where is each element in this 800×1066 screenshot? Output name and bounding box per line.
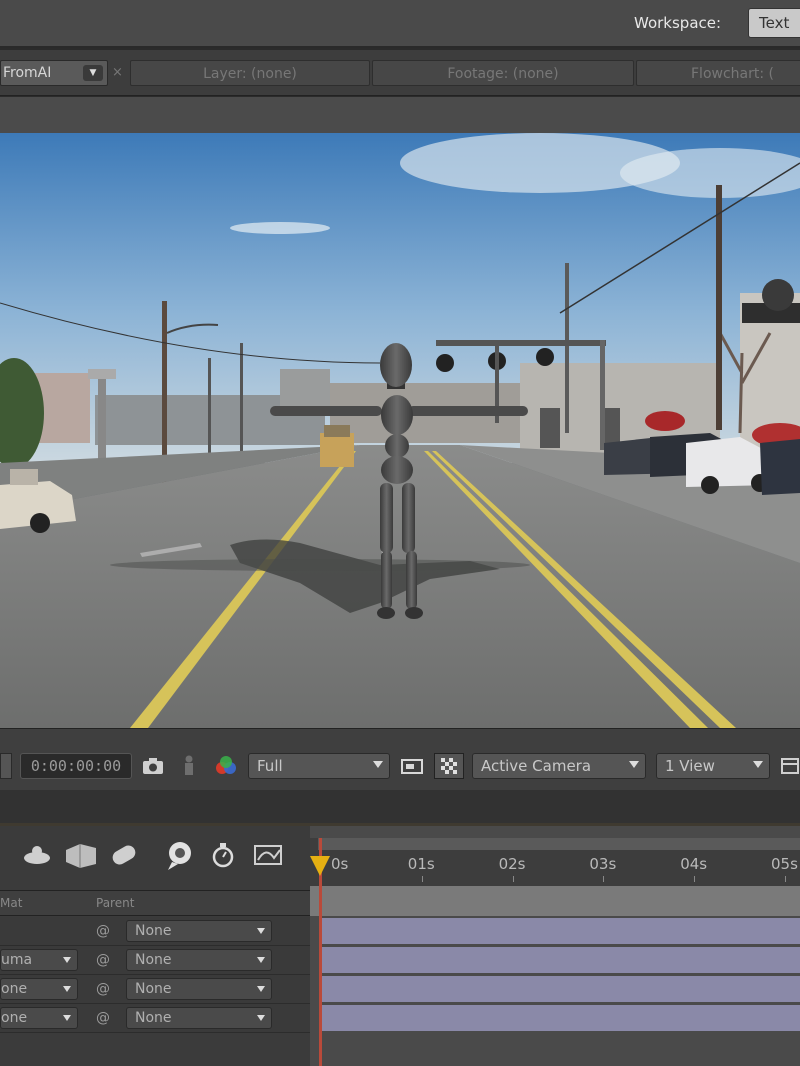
chevron-down-icon [257,1015,265,1021]
pick-whip-icon[interactable]: @ [96,923,114,939]
layer-row[interactable]: one @ None [0,975,310,1004]
track-matte-dropdown[interactable]: one [0,978,78,1000]
camera-icon[interactable] [140,753,166,779]
work-area-bar[interactable] [318,838,800,850]
hide-shy-layers-icon[interactable] [106,840,142,874]
time-label: 01s [407,855,435,873]
magnification-select[interactable] [0,753,12,779]
flowchart-tab[interactable]: Flowchart: ( [636,60,800,86]
parent-column: Parent [96,896,135,910]
layer-duration-bar[interactable] [322,1005,800,1031]
chevron-down-icon [257,928,265,934]
time-tick [694,876,696,882]
layer-row[interactable]: @ None [0,917,310,946]
time-tick [512,876,514,882]
time-label: 0s [331,855,349,873]
app-bar: Workspace: Text [0,0,800,48]
footage-tab[interactable]: Footage: (none) [372,60,634,86]
composition-tab[interactable]: FromAI ▼ [0,60,108,86]
time-tick [785,876,786,882]
parent-value: None [135,952,172,968]
track-matte-dropdown[interactable]: one [0,1007,78,1029]
motion-blur-icon[interactable] [162,840,198,876]
pick-whip-icon[interactable]: @ [96,952,114,968]
time-tick [603,876,605,882]
time-label: 03s [589,855,617,873]
draft-3d-icon[interactable] [62,840,100,874]
layer-duration-bar[interactable] [322,976,800,1002]
viewer-tab-bar: FromAI ▼ × Layer: (none) Footage: (none)… [0,50,800,96]
track-matte-value: uma [1,952,33,968]
figure-icon[interactable] [176,753,202,779]
current-time-indicator[interactable] [310,856,330,876]
time-label: 04s [680,855,708,873]
layer-row[interactable]: one @ None [0,1004,310,1033]
panel-separator [0,790,800,826]
parent-value: None [135,1010,172,1026]
resolution-dropdown[interactable]: Full [248,753,390,779]
track-header-row [310,886,800,916]
resolution-value: Full [257,757,283,775]
chevron-down-icon [753,761,763,768]
parent-dropdown[interactable]: None [126,1007,272,1029]
time-tick [421,876,423,882]
chevron-down-icon [373,761,383,768]
composition-tab-label: FromAI [3,65,52,81]
parent-value: None [135,923,172,939]
chevron-down-icon [63,986,71,992]
track-matte-value: one [1,1010,28,1026]
graph-editor-icon[interactable] [252,840,286,874]
transparency-grid-icon[interactable] [434,753,464,779]
comp-mini-flowchart-icon[interactable] [20,840,54,874]
scene-image [0,133,800,728]
workspace-label: Workspace: [634,14,722,32]
view-layout-value: 1 View [665,757,715,775]
track-matte-value: one [1,981,28,997]
view-layout-icon[interactable] [778,753,800,779]
timecode-display[interactable]: 0:00:00:00 [20,753,132,779]
region-of-interest-icon[interactable] [398,753,426,779]
camera-view-value: Active Camera [481,757,592,775]
pick-whip-icon[interactable]: @ [96,981,114,997]
viewer-top-strip [0,97,800,133]
viewer-controls: 0:00:00:00 Full Active Camera 1 View [0,728,800,790]
camera-view-dropdown[interactable]: Active Camera [472,753,646,779]
parent-value: None [135,981,172,997]
chevron-down-icon [629,761,639,768]
chevron-down-icon [257,986,265,992]
workspace-select[interactable]: Text [748,8,800,38]
time-label: 02s [498,855,526,873]
chevron-down-icon [63,957,71,963]
composition-viewport[interactable] [0,133,800,728]
chevron-down-icon [257,957,265,963]
chevron-down-icon[interactable]: ▼ [83,65,103,81]
parent-dropdown[interactable]: None [126,949,272,971]
rgb-channels-icon[interactable] [212,753,240,779]
parent-dropdown[interactable]: None [126,978,272,1000]
layer-row[interactable]: uma @ None [0,946,310,975]
stopwatch-icon[interactable] [208,840,238,874]
pick-whip-icon[interactable]: @ [96,1010,114,1026]
layer-tab[interactable]: Layer: (none) [130,60,370,86]
time-label: 05s [771,855,798,873]
track-matte-dropdown[interactable]: uma [0,949,78,971]
track-matte-column: Mat [0,896,23,910]
chevron-down-icon [63,1015,71,1021]
close-icon[interactable]: × [112,65,123,80]
timeline-column-header: Mat Parent [0,890,310,916]
layer-duration-bar[interactable] [322,918,800,944]
parent-dropdown[interactable]: None [126,920,272,942]
layer-duration-bar[interactable] [322,947,800,973]
view-layout-dropdown[interactable]: 1 View [656,753,770,779]
